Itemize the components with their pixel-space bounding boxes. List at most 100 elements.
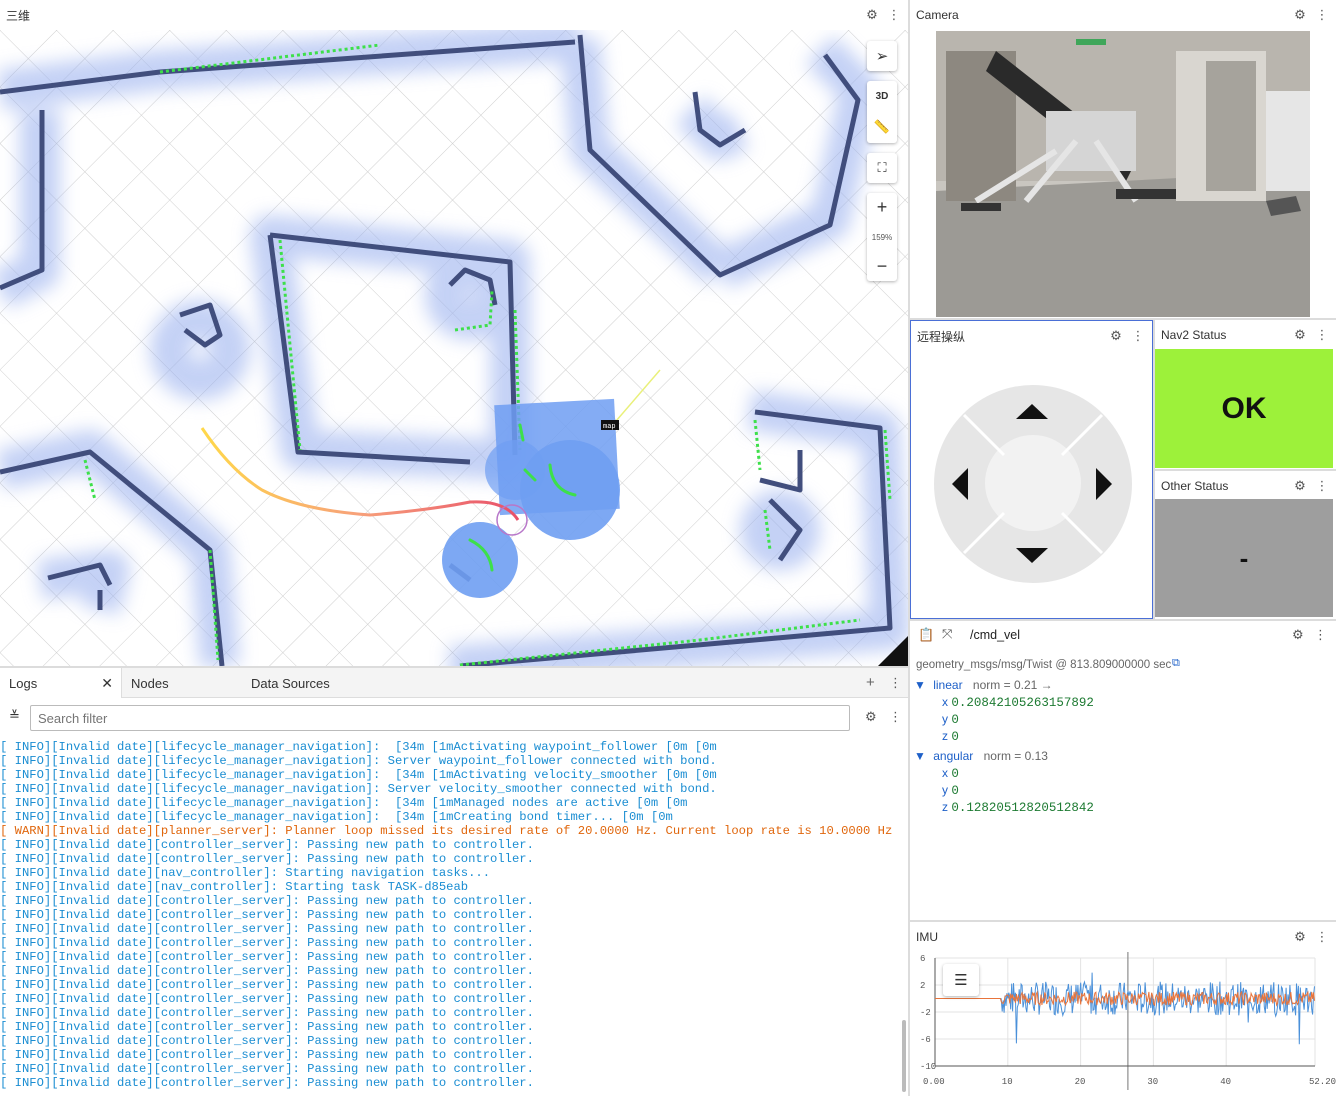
nav2-status-indicator: OK	[1155, 349, 1333, 468]
tab-nodes-label: Nodes	[131, 675, 169, 691]
topic-path[interactable]: /cmd_vel	[970, 628, 1020, 642]
log-line: [ INFO][Invalid date][controller_server]…	[0, 838, 534, 852]
gear-icon[interactable]: ⚙	[1108, 328, 1124, 344]
log-list[interactable]: [ INFO][Invalid date][lifecycle_manager_…	[0, 740, 904, 1096]
copy-icon[interactable]: ⧉	[1172, 657, 1180, 670]
log-line: [ INFO][Invalid date][lifecycle_manager_…	[0, 740, 717, 754]
x-tick-label: 52.20	[1309, 1077, 1336, 1087]
raw-message-body: geometry_msgs/msg/Twist @ 813.809000000 …	[910, 650, 1336, 920]
tab-nodes[interactable]: Nodes	[122, 668, 242, 698]
log-line: [ INFO][Invalid date][controller_server]…	[0, 964, 534, 978]
arrow-right-button[interactable]	[1096, 468, 1112, 500]
raw-message-panel-header: 📋 ⤧ /cmd_vel ⚙ ⋮	[910, 621, 1336, 649]
angular-norm: norm = 0.13	[983, 749, 1048, 763]
zoom-out-button[interactable]: −	[877, 256, 888, 277]
collapse-chevrons-icon[interactable]: ≚	[9, 708, 20, 724]
select-tool-button[interactable]: ➢	[867, 41, 897, 71]
y-tick-label: 2	[920, 981, 925, 991]
close-icon[interactable]: ✕	[101, 675, 113, 692]
more-icon[interactable]: ⋮	[886, 7, 902, 23]
more-icon[interactable]: ⋮	[1314, 327, 1330, 343]
angular-y-row: y 0	[942, 783, 959, 798]
y-tick-label: 6	[920, 954, 925, 964]
x-tick-label: 10	[1002, 1077, 1013, 1087]
direction-arrows	[952, 404, 1112, 563]
legend-toggle-button[interactable]: ☰	[943, 964, 979, 996]
angular-row[interactable]: ▼ angular norm = 0.13	[914, 748, 1048, 764]
angular-x-value: 0	[951, 767, 959, 781]
x-tick-label: 20	[1075, 1077, 1086, 1087]
more-icon[interactable]: ⋮	[1314, 929, 1330, 945]
map-panel: 三维 ⚙ ⋮ map ➢ 3D 📏 ⛶ + 159% −	[0, 0, 908, 666]
log-scrollbar[interactable]	[902, 1020, 906, 1092]
x-tick-label: 30	[1147, 1077, 1158, 1087]
more-icon[interactable]: ⋮	[889, 709, 902, 725]
more-icon[interactable]: ⋮	[889, 675, 902, 691]
linear-x-row: x 0.20842105263157892	[942, 695, 1094, 710]
more-icon[interactable]: ⋮	[1130, 328, 1146, 344]
log-line: [ INFO][Invalid date][controller_server]…	[0, 1006, 534, 1020]
imu-panel-header: IMU ⚙ ⋮	[910, 922, 1336, 952]
linear-x-value: 0.20842105263157892	[951, 696, 1094, 710]
more-icon[interactable]: ⋮	[1314, 627, 1327, 643]
linear-row[interactable]: ▼ linear norm = 0.21 →	[914, 677, 1053, 693]
more-icon[interactable]: ⋮	[1314, 7, 1330, 23]
search-input[interactable]	[30, 705, 850, 731]
focus-button[interactable]: ⛶	[867, 153, 897, 183]
toggle-3d-button[interactable]: 3D	[876, 82, 889, 112]
x-tick-label: 40	[1220, 1077, 1231, 1087]
log-line: [ INFO][Invalid date][controller_server]…	[0, 1062, 534, 1076]
gear-icon[interactable]: ⚙	[1292, 7, 1308, 23]
angular-z-value: 0.12820512820512842	[951, 801, 1094, 815]
angular-y-value: 0	[951, 784, 959, 798]
add-tab-icon[interactable]: +	[866, 674, 875, 691]
gear-icon[interactable]: ⚙	[865, 709, 877, 725]
map-tool-group: 3D 📏	[867, 81, 897, 143]
arrow-up-button[interactable]	[1016, 404, 1048, 419]
log-line: [ INFO][Invalid date][controller_server]…	[0, 950, 534, 964]
more-icon[interactable]: ⋮	[1314, 478, 1330, 494]
arrow-left-button[interactable]	[952, 468, 968, 500]
other-status-title: Other Status	[1161, 479, 1229, 493]
log-line: [ INFO][Invalid date][nav_controller]: S…	[0, 866, 491, 880]
angular-z-row: z 0.12820512820512842	[942, 800, 1094, 815]
linear-y-value: 0	[951, 713, 959, 727]
gear-icon[interactable]: ⚙	[1292, 929, 1308, 945]
ruler-icon[interactable]: 📏	[874, 112, 890, 142]
other-status-indicator: -	[1155, 499, 1333, 617]
gear-icon[interactable]: ⚙	[1292, 478, 1308, 494]
zoom-in-button[interactable]: +	[877, 197, 888, 218]
linear-z-value: 0	[951, 730, 959, 744]
angular-x-row: x 0	[942, 766, 959, 781]
log-line: [ INFO][Invalid date][controller_server]…	[0, 922, 534, 936]
log-line: [ INFO][Invalid date][lifecycle_manager_…	[0, 754, 717, 768]
gear-icon[interactable]: ⚙	[1292, 627, 1304, 643]
expand-collapse-icon[interactable]: ⤧	[942, 626, 952, 642]
log-line: [ INFO][Invalid date][controller_server]…	[0, 992, 534, 1006]
map-panel-header: 三维 ⚙ ⋮	[0, 0, 908, 30]
gear-icon[interactable]: ⚙	[864, 7, 880, 23]
zoom-controls: + 159% −	[867, 193, 897, 281]
linear-z-row: z 0	[942, 729, 959, 744]
collapse-triangle-icon[interactable]: ▼	[914, 749, 929, 763]
gear-icon[interactable]: ⚙	[1292, 327, 1308, 343]
teleop-panel-title: 远程操纵	[917, 329, 966, 344]
angular-label: angular	[933, 749, 974, 763]
tab-data-sources[interactable]: Data Sources	[242, 668, 362, 698]
map-panel-title: 三维	[6, 8, 31, 23]
map-viewport[interactable]: map	[0, 30, 908, 666]
tab-logs[interactable]: Logs ✕	[0, 668, 122, 698]
cursor-icon: ➢	[875, 48, 889, 65]
log-line: [ INFO][Invalid date][controller_server]…	[0, 978, 534, 992]
camera-panel-title: Camera	[916, 8, 959, 22]
imu-panel: IMU ⚙ ⋮ 6 2 -2 -6 -10 0.00 10 20 30 40 52.20 ☰	[910, 922, 1336, 1096]
log-line: [ INFO][Invalid date][lifecycle_manager_…	[0, 810, 673, 824]
collapse-triangle-icon[interactable]: ▼	[914, 678, 929, 692]
linear-norm: norm = 0.21 →	[972, 678, 1053, 692]
y-tick-label: -6	[920, 1035, 931, 1045]
clipboard-icon[interactable]: 📋	[918, 627, 934, 643]
message-schema: geometry_msgs/msg/Twist @ 813.809000000 …	[916, 659, 1172, 671]
arrow-down-button[interactable]	[1016, 548, 1048, 563]
nav2-status-header: Nav2 Status ⚙ ⋮	[1155, 320, 1336, 350]
camera-panel-header: Camera ⚙ ⋮	[910, 0, 1336, 30]
